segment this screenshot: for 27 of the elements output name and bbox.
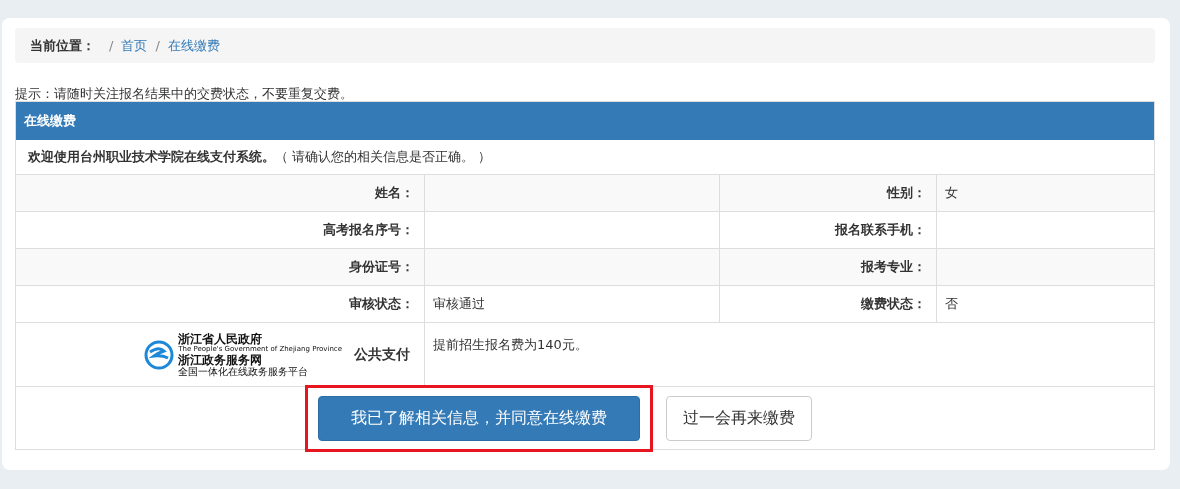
fee-note: 提前招生报名费为140元。	[432, 336, 589, 354]
logo-title: 浙江政务服务网	[178, 353, 263, 366]
field-label: 性别：	[887, 184, 926, 202]
swirl-logo-icon	[144, 339, 175, 370]
welcome-note: （ 请确认您的相关信息是否正确。 ）	[275, 148, 492, 166]
later-button[interactable]: 过一会再来缴费	[666, 395, 812, 441]
breadcrumb-link[interactable]: 在线缴费	[167, 36, 220, 55]
field-label: 姓名：	[375, 184, 414, 202]
logo-subtitle: 全国一体化在线政务服务平台	[178, 366, 310, 377]
panel-title: 在线缴费	[24, 112, 76, 130]
agree-pay-button[interactable]: 我已了解相关信息，并同意在线缴费	[318, 395, 640, 441]
field-label: 缴费状态：	[861, 295, 926, 313]
hint-text: 提示：请随时关注报名结果中的交费状态，不要重复交费。	[15, 87, 354, 101]
breadcrumb-link[interactable]: 首页	[121, 36, 148, 55]
field-value: 否	[945, 295, 958, 313]
field-value: 女	[945, 184, 958, 202]
field-value: 审核通过	[433, 295, 485, 313]
field-label: 高考报名序号：	[323, 221, 414, 239]
field-label: 报名联系手机：	[835, 221, 926, 239]
field-label: 身份证号：	[349, 258, 414, 276]
breadcrumb-label: 当前位置：	[30, 36, 95, 55]
breadcrumb-separator: /	[155, 38, 160, 53]
welcome-text: 欢迎使用台州职业技术学院在线支付系统。	[28, 148, 275, 166]
logo-title: 浙江省人民政府	[178, 332, 263, 345]
breadcrumb-separator: /	[109, 38, 114, 53]
field-label: 审核状态：	[349, 295, 414, 313]
field-label: 报考专业：	[861, 258, 926, 276]
